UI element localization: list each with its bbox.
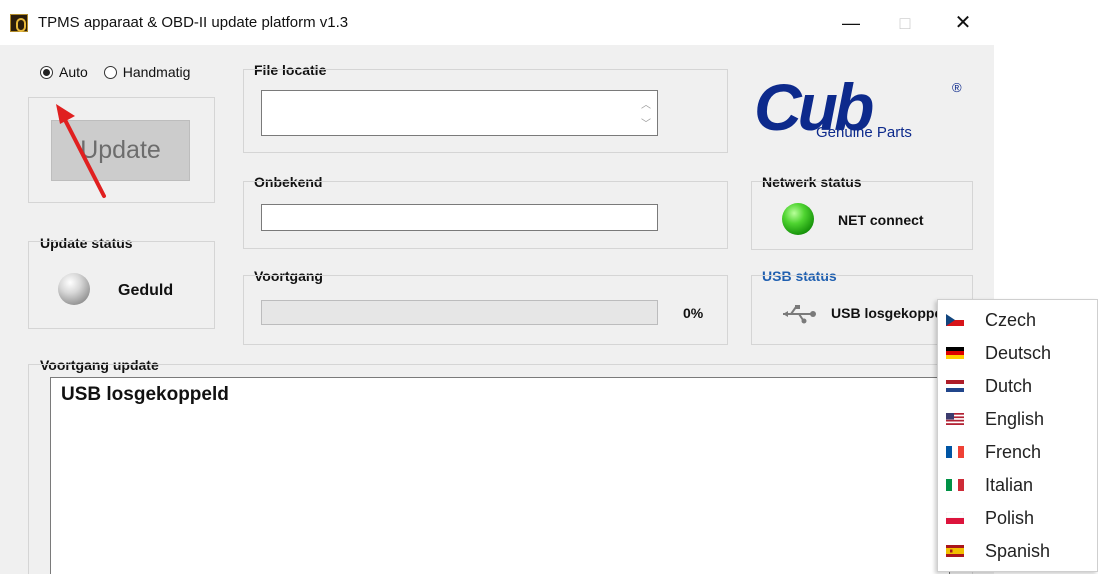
- french-flag-icon: [946, 446, 964, 458]
- maximize-button[interactable]: □: [882, 6, 928, 40]
- language-label: English: [985, 409, 1045, 429]
- language-item-czech[interactable]: Czech: [938, 304, 1097, 337]
- scroll-down-icon[interactable]: ﹀: [641, 115, 651, 130]
- registered-mark: ®: [952, 80, 962, 95]
- window-title: TPMS apparaat & OBD-II update platform v…: [38, 14, 349, 31]
- spanish-flag-icon: [946, 545, 964, 557]
- manual-radio[interactable]: Handmatig: [103, 64, 191, 80]
- language-label: Czech: [985, 310, 1037, 330]
- logo-tagline: Genuine Parts: [816, 124, 912, 141]
- mode-selector: Auto Handmatig: [40, 64, 190, 80]
- language-label: French: [985, 442, 1042, 462]
- usb-icon: [783, 305, 816, 324]
- us-flag-icon: [946, 413, 964, 425]
- auto-radio[interactable]: Auto: [40, 64, 88, 80]
- polish-flag-icon: [946, 512, 964, 524]
- app-icon: [10, 14, 28, 32]
- update-status-text: Geduld: [118, 282, 174, 299]
- status-indicator-green: [782, 203, 814, 235]
- annotation-arrow: [56, 104, 106, 198]
- language-item-english[interactable]: English: [938, 403, 1097, 436]
- language-item-deutsch[interactable]: Deutsch: [938, 337, 1097, 370]
- cub-logo: Cub Genuine Parts ®: [754, 70, 962, 144]
- radio-checked-icon: [40, 66, 53, 79]
- language-label: Italian: [985, 475, 1034, 495]
- progress-log-textarea[interactable]: USB losgekoppeld: [50, 377, 950, 574]
- auto-label: Auto: [59, 64, 88, 80]
- language-item-italian[interactable]: Italian: [938, 469, 1097, 502]
- status-indicator-grey: [58, 273, 90, 305]
- scroll-up-icon[interactable]: ︿: [641, 96, 651, 111]
- title-bar: TPMS apparaat & OBD-II update platform v…: [0, 0, 994, 45]
- german-flag-icon: [946, 347, 964, 359]
- app-window: TPMS apparaat & OBD-II update platform v…: [0, 0, 994, 574]
- progress-percent: 0%: [683, 305, 704, 321]
- minimize-button[interactable]: —: [828, 6, 874, 40]
- czech-flag-icon: [946, 314, 964, 326]
- radio-unchecked-icon: [103, 66, 117, 79]
- progress-log-text: USB losgekoppeld: [61, 384, 229, 405]
- network-status-text: NET connect: [838, 212, 924, 228]
- language-item-polish[interactable]: Polish: [938, 502, 1097, 535]
- language-label: Deutsch: [985, 343, 1052, 363]
- language-menu: Czech Deutsch Dutch English French Itali…: [937, 299, 1098, 572]
- usb-status-text: USB losgekoppeld: [831, 305, 937, 321]
- close-button[interactable]: ✕: [940, 6, 986, 40]
- language-item-dutch[interactable]: Dutch: [938, 370, 1097, 403]
- language-label: Polish: [985, 508, 1035, 528]
- unknown-field[interactable]: [261, 204, 658, 231]
- italian-flag-icon: [946, 479, 964, 491]
- language-item-french[interactable]: French: [938, 436, 1097, 469]
- file-location-field[interactable]: ︿ ﹀: [261, 90, 658, 136]
- language-label: Spanish: [985, 541, 1051, 561]
- language-label: Dutch: [985, 376, 1033, 396]
- progress-bar: [261, 300, 658, 325]
- language-item-spanish[interactable]: Spanish: [938, 535, 1097, 568]
- dutch-flag-icon: [946, 380, 964, 392]
- manual-label: Handmatig: [122, 64, 191, 80]
